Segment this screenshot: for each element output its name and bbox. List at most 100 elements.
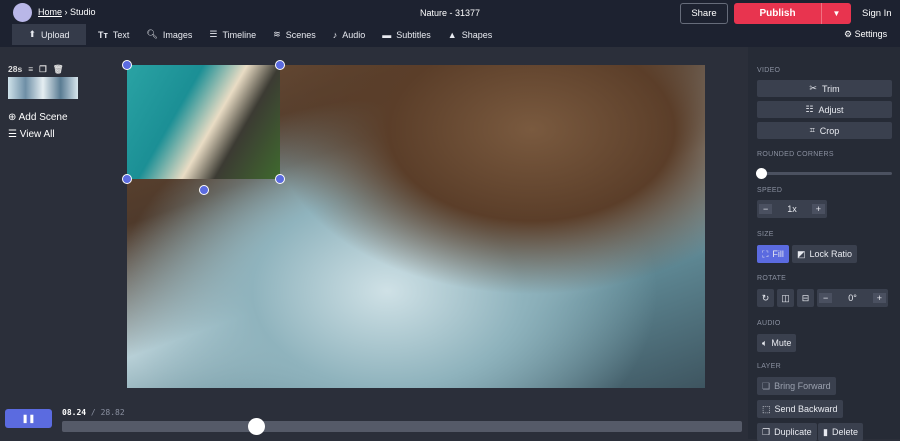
plus-icon[interactable]: +: [811, 204, 825, 214]
pause-icon: ❚❚: [21, 414, 36, 423]
crop-button[interactable]: ⌗ Crop: [757, 122, 892, 139]
rotate-stepper[interactable]: − 0° +: [817, 289, 888, 307]
expand-icon: ⛶: [762, 248, 769, 259]
shapes-icon: ▲: [447, 29, 457, 40]
trash-icon[interactable]: 🗑︎: [53, 64, 64, 75]
list-icon: ☰: [8, 129, 17, 140]
properties-panel: VIDEO ✂ Trim ☷ Adjust ⌗ Crop ROUNDED CORNER…: [748, 47, 900, 441]
search-icon: 🔍︎: [146, 29, 158, 39]
tab-text[interactable]: Tт Text: [98, 30, 129, 40]
send-backward-icon: ⬚: [762, 403, 771, 414]
toolbar-menu: ⬆ Upload Tт Text 🔍︎ Images ☰ Timeline ≋ Scene…: [12, 24, 509, 45]
fill-button[interactable]: ⛶ Fill: [757, 245, 789, 263]
tab-upload[interactable]: ⬆ Upload: [12, 24, 86, 45]
bring-forward-button[interactable]: ❏ Bring Forward: [757, 377, 836, 395]
resize-handle[interactable]: [275, 174, 285, 184]
time-display: 08.24 / 28.82: [62, 408, 125, 417]
speed-stepper[interactable]: − 1x +: [757, 200, 827, 218]
resize-handle[interactable]: [122, 60, 132, 70]
speed-value: 1x: [787, 204, 797, 214]
rotate-icon: ↻: [761, 292, 770, 303]
trash-icon: ▮: [823, 426, 828, 437]
speaker-icon: 🔈︎: [762, 337, 768, 348]
settings-label: Settings: [854, 29, 888, 39]
duplicate-button[interactable]: ❐ Duplicate: [757, 423, 817, 441]
crop-icon: ⌗: [809, 125, 815, 135]
share-button[interactable]: Share: [680, 3, 728, 24]
minus-icon[interactable]: −: [759, 204, 773, 214]
mute-button[interactable]: 🔈︎ Mute: [757, 334, 797, 352]
resize-handle[interactable]: [122, 174, 132, 184]
rotate-button[interactable]: ↻: [757, 289, 774, 307]
lock-ratio-button[interactable]: ◩ Lock Ratio: [792, 245, 858, 263]
total-time: 28.82: [100, 408, 125, 417]
flip-horizontal-button[interactable]: ◫: [777, 289, 794, 307]
scissors-icon: ✂: [809, 83, 817, 93]
subtitles-icon: ▬: [382, 29, 392, 40]
seek-bar[interactable]: [62, 418, 742, 435]
avatar[interactable]: [13, 3, 32, 22]
tab-timeline[interactable]: ☰ Timeline: [209, 29, 256, 40]
send-backward-button[interactable]: ⬚ Send Backward: [757, 400, 843, 418]
scene-card[interactable]: 28s ≡ ❐ 🗑︎: [8, 64, 78, 102]
seek-knob[interactable]: [248, 418, 266, 435]
selected-image-layer[interactable]: [127, 65, 280, 179]
settings-button[interactable]: ⚙ Settings: [844, 29, 887, 40]
scene-duration: 28s: [8, 64, 23, 74]
current-time: 08.24: [62, 408, 87, 417]
duplicate-label: Duplicate: [774, 427, 812, 437]
tab-label: Timeline: [222, 29, 257, 40]
lock-ratio-icon: ◩: [797, 248, 806, 259]
trim-label: Trim: [821, 83, 840, 94]
sign-in-link[interactable]: Sign In: [862, 8, 892, 19]
rotate-handle[interactable]: [199, 185, 209, 195]
project-title[interactable]: Nature - 31377: [420, 8, 480, 18]
section-size: SIZE: [757, 231, 774, 238]
tab-label: Text: [112, 29, 130, 40]
section-layer: LAYER: [757, 363, 781, 370]
rounded-corners-slider[interactable]: [756, 168, 892, 179]
mute-label: Mute: [771, 338, 792, 348]
upload-icon: ⬆: [28, 29, 36, 39]
minus-icon[interactable]: −: [819, 293, 833, 303]
section-rotate: ROTATE: [757, 275, 787, 282]
text-icon: Tт: [98, 29, 108, 40]
plus-icon[interactable]: +: [872, 293, 886, 303]
top-bar: Home › Studio Nature - 31377 Share Publi…: [0, 0, 900, 47]
tab-audio[interactable]: ♪ Audio: [333, 30, 366, 40]
section-rounded-corners: ROUNDED CORNERS: [757, 151, 834, 158]
resize-handle[interactable]: [275, 60, 285, 70]
layers-icon: ≋: [273, 29, 281, 39]
add-scene-button[interactable]: ⊕ Add Scene: [8, 112, 68, 123]
tab-images[interactable]: 🔍︎ Images: [146, 29, 192, 40]
adjust-button[interactable]: ☷ Adjust: [757, 101, 892, 118]
home-link[interactable]: Home: [38, 7, 62, 17]
chevron-down-icon[interactable]: ▼: [821, 3, 851, 24]
plus-circle-icon: ⊕: [8, 112, 17, 123]
tab-label: Audio: [342, 29, 366, 40]
copy-icon[interactable]: ❐: [39, 64, 47, 75]
tab-label: Scenes: [285, 29, 316, 40]
tab-subtitles[interactable]: ▬ Subtitles: [382, 30, 431, 40]
publish-label[interactable]: Publish: [734, 3, 821, 24]
music-note-icon: ♪: [332, 29, 338, 40]
publish-button[interactable]: Publish ▼: [734, 3, 851, 24]
tab-scenes[interactable]: ≋ Scenes: [273, 29, 316, 40]
copy-icon: ❐: [762, 426, 771, 437]
playback-bar: ❚❚ 08.24 / 28.82: [0, 397, 748, 439]
pause-button[interactable]: ❚❚: [5, 409, 52, 428]
slider-knob[interactable]: [756, 168, 767, 179]
trim-button[interactable]: ✂ Trim: [757, 80, 892, 97]
gear-icon: ⚙: [844, 29, 853, 39]
view-all-button[interactable]: ☰ View All: [8, 129, 55, 140]
scene-thumbnail[interactable]: [8, 77, 78, 99]
lock-ratio-label: Lock Ratio: [809, 249, 853, 259]
bring-forward-label: Bring Forward: [774, 381, 831, 391]
tab-label: Upload: [41, 29, 70, 40]
flip-vertical-button[interactable]: ⊟: [797, 289, 814, 307]
delete-button[interactable]: ▮ Delete: [818, 423, 863, 441]
tab-shapes[interactable]: ▲ Shapes: [448, 30, 492, 40]
timeline-icon[interactable]: ≡: [28, 64, 33, 75]
adjust-label: Adjust: [818, 104, 844, 115]
section-video: VIDEO: [757, 67, 781, 74]
